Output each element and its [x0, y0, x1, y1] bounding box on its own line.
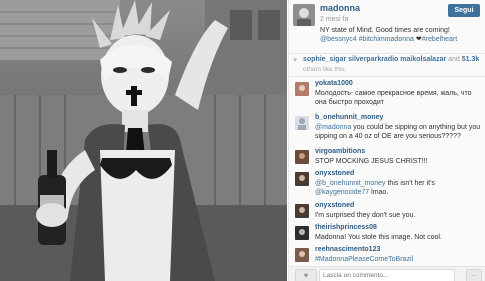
author-username[interactable]: madonna	[320, 3, 360, 13]
caption-hashtag[interactable]: #rebelheart	[422, 36, 457, 43]
comment-input[interactable]	[319, 269, 455, 281]
comment-text: STOP MOCKING JESUS CHRIST!!!	[315, 158, 428, 165]
comment-username[interactable]: onyxstoned	[315, 202, 354, 209]
comment-body: lmao.	[369, 189, 389, 196]
comment-username[interactable]: reehnascimento123	[315, 246, 380, 253]
comment-username[interactable]: virgoambitions	[315, 148, 365, 155]
caption-text: NY state of Mind. Good times are coming!	[320, 27, 450, 34]
comment-username[interactable]: b_onehunnit_money	[315, 114, 383, 121]
comment-item: onyxstoned I'm surprised they don't sue …	[289, 202, 485, 222]
comment-hashtag[interactable]: #MadonnaPleaseComeToBrazil	[315, 256, 413, 263]
comment-text: Madonna! You stole this image. Not cool.	[315, 234, 442, 241]
comment-item: onyxstoned @b_onehunnit_money this isn't…	[289, 170, 485, 198]
likes-summary: ♥ sophie_sigar silverparkradio maikolsal…	[289, 53, 485, 77]
comment-bar: ♥ ...	[289, 266, 485, 281]
author-avatar[interactable]	[293, 4, 315, 26]
post-photo[interactable]	[0, 0, 287, 281]
likes-suffix: others like this.	[303, 66, 347, 73]
comment-text: #MadonnaPleaseComeToBrazil	[315, 255, 481, 264]
likes-and-text: and	[448, 56, 460, 63]
post-details-panel: madonna 2 mesi fa Segui NY state of Mind…	[288, 0, 485, 281]
post-timestamp[interactable]: 2 mesi fa	[320, 16, 348, 23]
comment-text: I'm surprised they don't sue you.	[315, 212, 416, 219]
comment-item: b_onehunnit_money @madonna you could be …	[289, 114, 485, 142]
commenter-avatar[interactable]	[295, 248, 309, 262]
comment-username[interactable]: theirishprincess08	[315, 224, 377, 231]
comment-username[interactable]: yokata1000	[315, 80, 353, 87]
comment-text: @madonna you could be sipping on anythin…	[315, 123, 481, 141]
photo-image	[0, 0, 287, 281]
caption-mention[interactable]: @bessnyc4	[320, 36, 357, 43]
likes-count[interactable]: 51.3k	[462, 56, 480, 63]
post-header: madonna 2 mesi fa Segui NY state of Mind…	[289, 0, 485, 50]
comment-mention[interactable]: @b_onehunnit_money	[315, 180, 386, 187]
more-button[interactable]: ...	[466, 269, 482, 281]
commenter-avatar[interactable]	[295, 172, 309, 186]
likers-list[interactable]: sophie_sigar silverparkradio maikolsalaz…	[303, 56, 446, 63]
commenter-avatar[interactable]	[295, 82, 309, 96]
comment-item: reehnascimento123 #MadonnaPleaseComeToBr…	[289, 246, 485, 266]
commenter-avatar[interactable]	[295, 150, 309, 164]
comment-mention[interactable]: @kaygenocide77	[315, 189, 369, 196]
likes-users[interactable]: sophie_sigar silverparkradio maikolsalaz…	[303, 56, 479, 63]
small-heart-icon: ♥	[293, 57, 298, 64]
follow-button[interactable]: Segui	[448, 4, 480, 17]
comment-item: virgoambitions STOP MOCKING JESUS CHRIST…	[289, 148, 485, 168]
comment-username[interactable]: onyxstoned	[315, 170, 354, 177]
comment-text: @b_onehunnit_money this isn't her it's @…	[315, 179, 481, 197]
heart-icon: ♥	[303, 271, 309, 280]
caption-hashtag[interactable]: #bitchimmadonna	[359, 36, 414, 43]
comment-item: yokata1000 Молодость- самое прекрасное в…	[289, 80, 485, 108]
comment-body: this isn't her it's	[385, 180, 435, 187]
comment-text: Молодость- самое прекрасное время, жаль,…	[315, 90, 472, 106]
like-button[interactable]: ♥	[295, 269, 317, 281]
commenter-avatar[interactable]	[295, 204, 309, 218]
more-icon: ...	[471, 271, 477, 278]
post-caption: NY state of Mind. Good times are coming!…	[320, 26, 480, 44]
comment-item: theirishprincess08 Madonna! You stole th…	[289, 224, 485, 244]
commenter-avatar[interactable]	[295, 116, 309, 130]
comment-mention[interactable]: @madonna	[315, 124, 351, 131]
commenter-avatar[interactable]	[295, 226, 309, 240]
